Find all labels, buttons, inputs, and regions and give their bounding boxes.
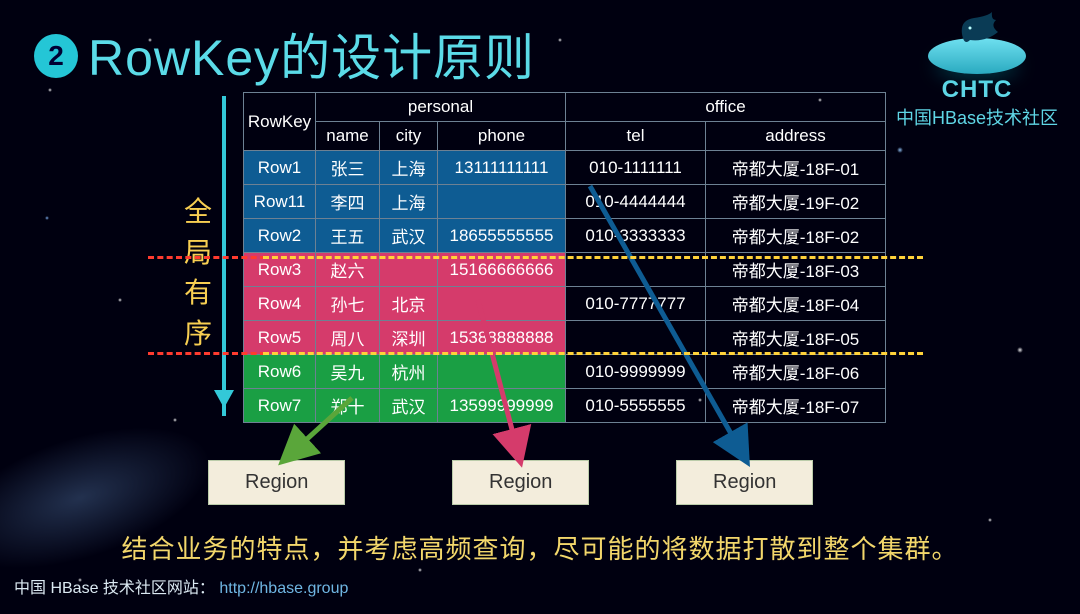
cell-name: 李四 (316, 185, 380, 219)
cell-tel: 010-9999999 (566, 355, 706, 389)
cell-rk: Row11 (244, 185, 316, 219)
cell-addr: 帝都大厦-18F-07 (706, 389, 886, 423)
header-address: address (706, 122, 886, 151)
split-line (263, 352, 923, 355)
table-row: Row5周八深圳15388888888 帝都大厦-18F-05 (244, 321, 886, 355)
cell-tel (566, 321, 706, 355)
cell-name: 吴九 (316, 355, 380, 389)
header-phone: phone (438, 122, 566, 151)
region-box-3: Region (676, 460, 813, 505)
cell-rk: Row5 (244, 321, 316, 355)
cell-city: 武汉 (380, 219, 438, 253)
cell-tel: 010-1111111 (566, 151, 706, 185)
header-name: name (316, 122, 380, 151)
cell-name: 张三 (316, 151, 380, 185)
table-row: Row7郑十武汉13599999999010-5555555帝都大厦-18F-0… (244, 389, 886, 423)
cell-rk: Row1 (244, 151, 316, 185)
cell-addr: 帝都大厦-19F-02 (706, 185, 886, 219)
cell-name: 郑十 (316, 389, 380, 423)
header-cf-office: office (566, 93, 886, 122)
global-order-label: 全局有序 (182, 192, 214, 354)
region-box-2: Region (452, 460, 589, 505)
cell-name: 王五 (316, 219, 380, 253)
cell-phone: 13599999999 (438, 389, 566, 423)
cell-tel: 010-3333333 (566, 219, 706, 253)
header-cf-personal: personal (316, 93, 566, 122)
cell-addr: 帝都大厦-18F-05 (706, 321, 886, 355)
page-title: RowKey的设计原则 (88, 18, 535, 90)
cell-city: 北京 (380, 287, 438, 321)
split-line (263, 256, 923, 259)
region-box-1: Region (208, 460, 345, 505)
closing-text: 结合业务的特点，并考虑高频查询，尽可能的将数据打散到整个集群。 (50, 529, 1030, 566)
cell-rk: Row4 (244, 287, 316, 321)
footer-link[interactable]: http://hbase.group (219, 580, 348, 597)
cell-addr: 帝都大厦-18F-06 (706, 355, 886, 389)
cell-city: 上海 (380, 151, 438, 185)
cell-city: 深圳 (380, 321, 438, 355)
cell-name: 周八 (316, 321, 380, 355)
cell-city: 杭州 (380, 355, 438, 389)
split-line (148, 352, 266, 355)
footer-url: 中国 HBase 技术社区网站： http://hbase.group (14, 574, 348, 598)
table-row: Row2王五武汉18655555555010-3333333帝都大厦-18F-0… (244, 219, 886, 253)
brand-full: 中国HBase技术社区 (896, 104, 1058, 130)
cell-city: 武汉 (380, 389, 438, 423)
cell-addr: 帝都大厦-18F-04 (706, 287, 886, 321)
cell-phone (438, 355, 566, 389)
cell-addr: 帝都大厦-18F-02 (706, 219, 886, 253)
table-row: Row11李四上海 010-4444444帝都大厦-19F-02 (244, 185, 886, 219)
cell-rk: Row2 (244, 219, 316, 253)
cell-rk: Row7 (244, 389, 316, 423)
header-city: city (380, 122, 438, 151)
step-badge: 2 (34, 34, 78, 78)
cell-name: 孙七 (316, 287, 380, 321)
header-tel: tel (566, 122, 706, 151)
cell-phone: 18655555555 (438, 219, 566, 253)
whale-icon (958, 10, 1002, 44)
brand-abbr: CHTC (896, 76, 1058, 104)
cell-tel: 010-4444444 (566, 185, 706, 219)
brand-logo: CHTC 中国HBase技术社区 (896, 6, 1058, 130)
logo-dish-icon (928, 38, 1026, 74)
footer-prefix: 中国 HBase 技术社区网站： (14, 580, 215, 597)
header-rowkey: RowKey (244, 93, 316, 151)
cell-addr: 帝都大厦-18F-01 (706, 151, 886, 185)
cell-phone (438, 185, 566, 219)
split-line (148, 256, 266, 259)
cell-tel: 010-7777777 (566, 287, 706, 321)
cell-city: 上海 (380, 185, 438, 219)
cell-phone: 15388888888 (438, 321, 566, 355)
cell-phone: 13111111111 (438, 151, 566, 185)
cell-tel: 010-5555555 (566, 389, 706, 423)
table-row: Row4孙七北京 010-7777777帝都大厦-18F-04 (244, 287, 886, 321)
table-row: Row6吴九杭州 010-9999999帝都大厦-18F-06 (244, 355, 886, 389)
table-row: Row1张三上海13111111111010-1111111帝都大厦-18F-0… (244, 151, 886, 185)
cell-rk: Row6 (244, 355, 316, 389)
cell-phone (438, 287, 566, 321)
